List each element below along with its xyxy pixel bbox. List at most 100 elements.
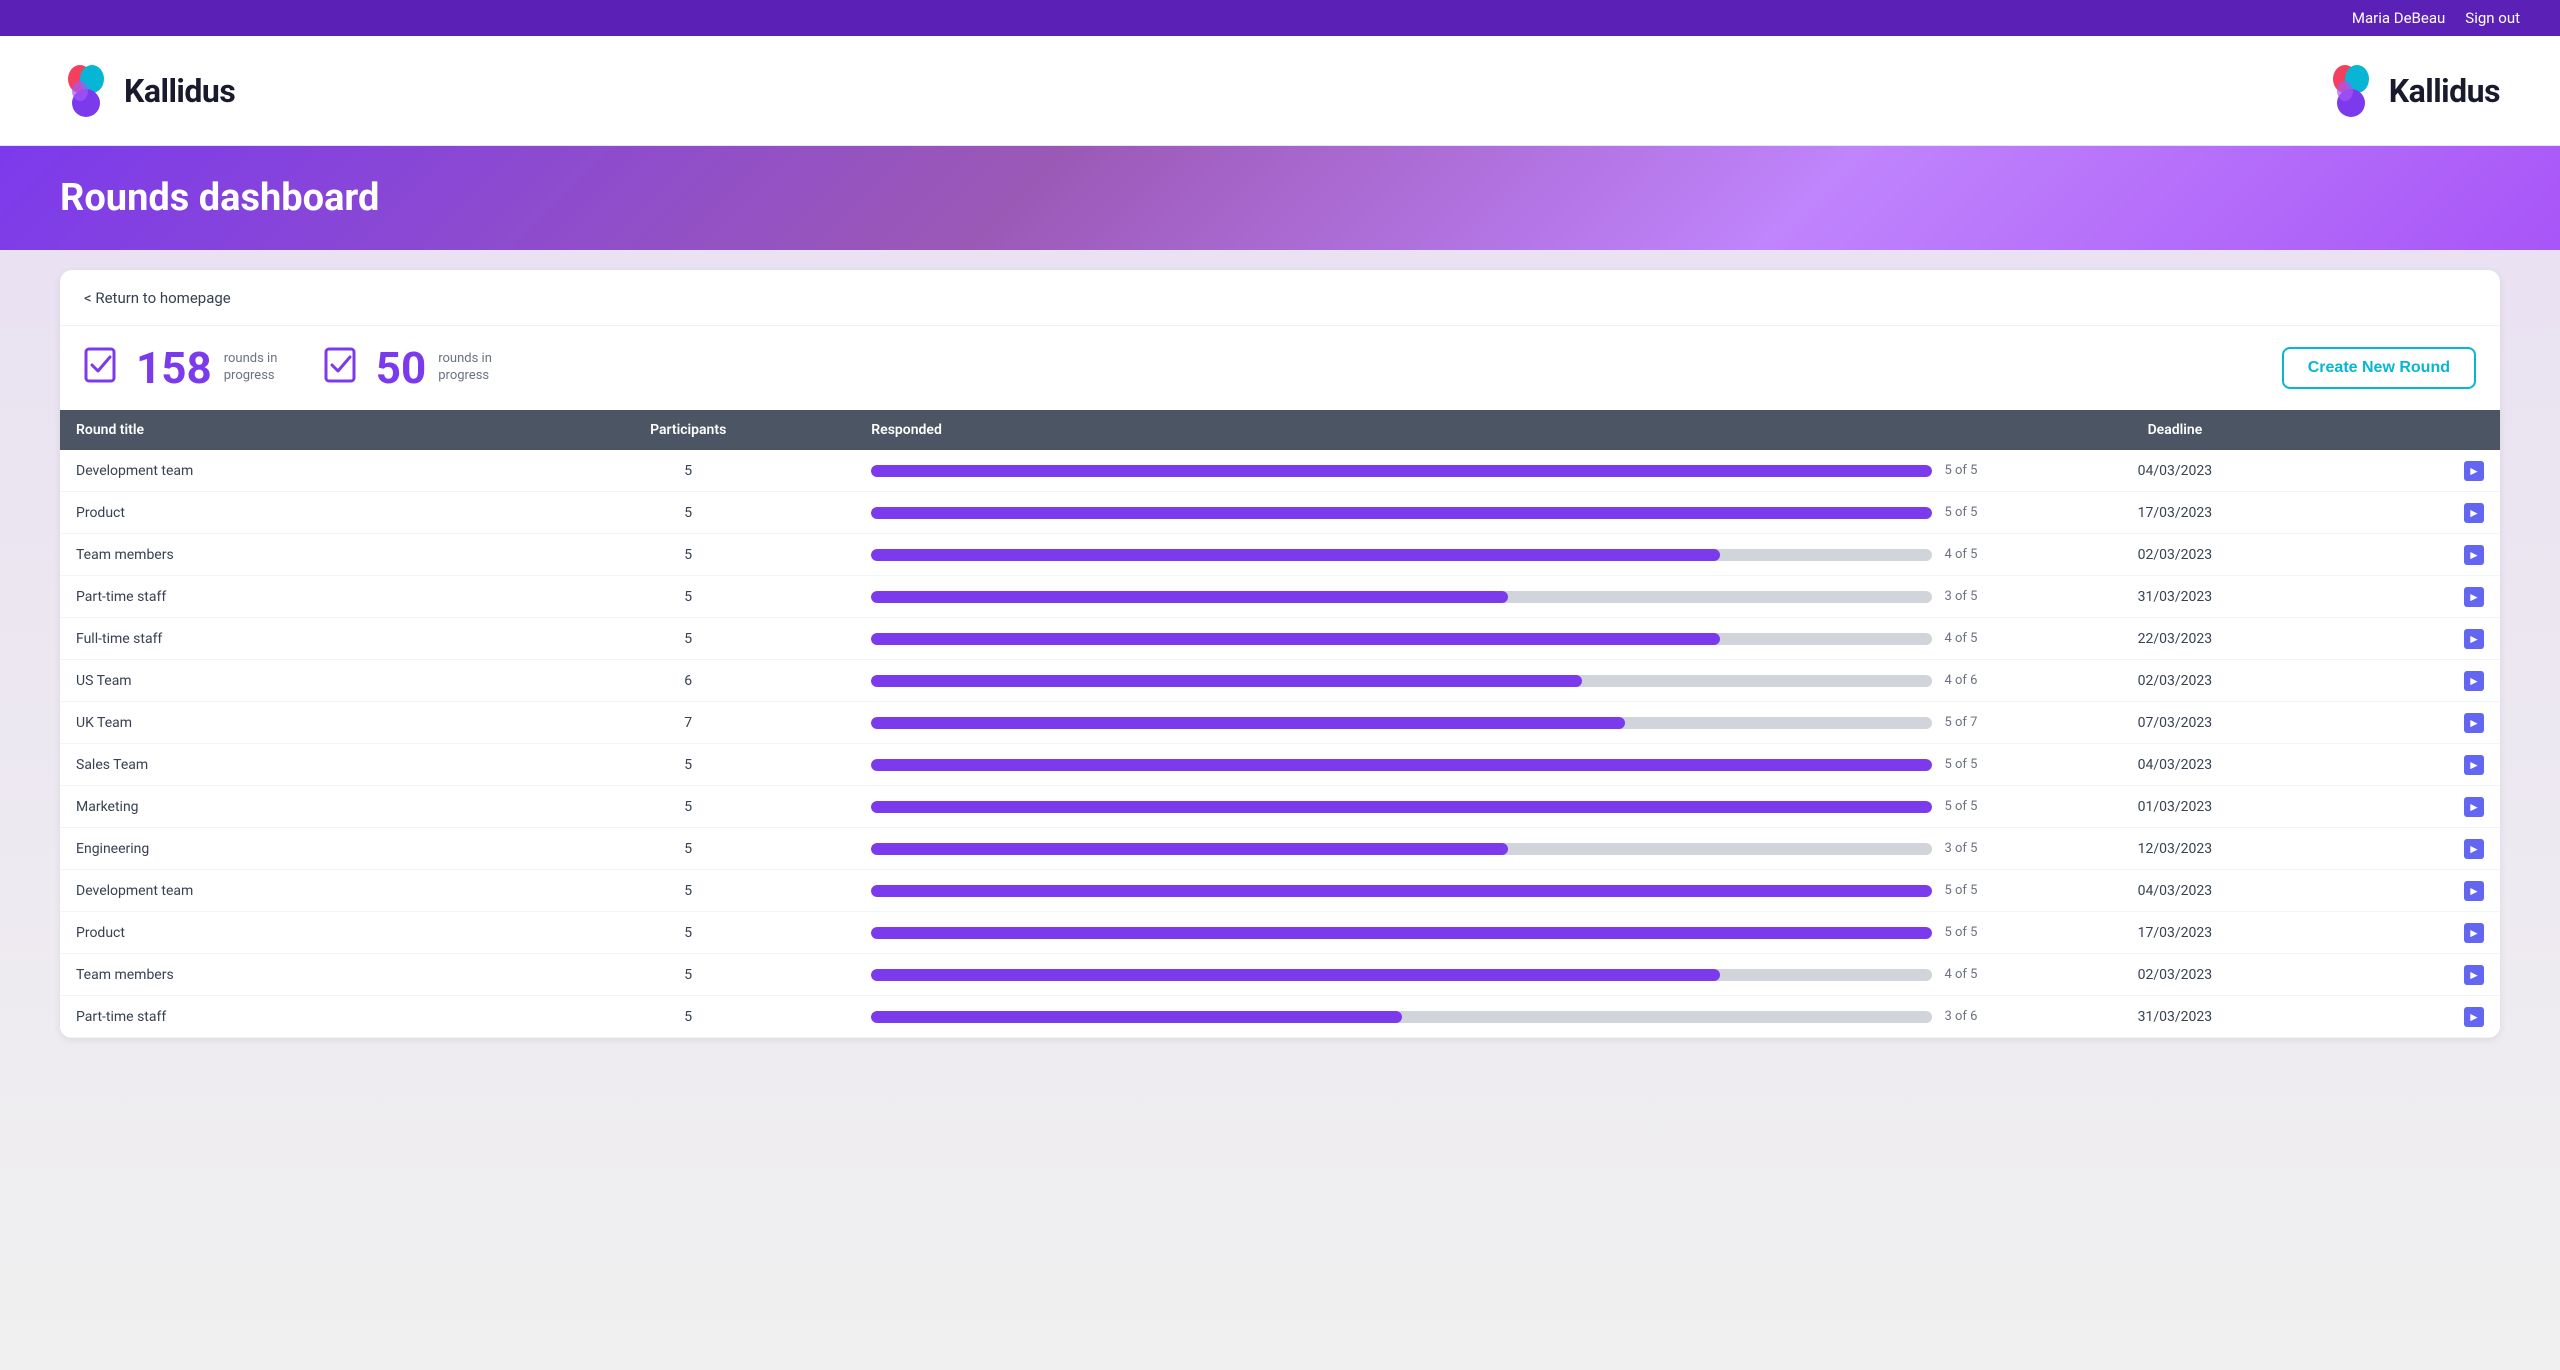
responded-cell: 3 of 5 bbox=[855, 576, 2010, 618]
progress-label: 5 of 5 bbox=[1944, 925, 1994, 940]
stat-item-2: 50 rounds in progress bbox=[324, 346, 499, 390]
round-title-cell: Full-time staff bbox=[60, 618, 521, 660]
row-chevron-icon[interactable]: ► bbox=[2464, 629, 2484, 649]
row-action-cell[interactable]: ► bbox=[2339, 618, 2500, 660]
progress-bar-fill bbox=[871, 633, 1720, 645]
row-action-cell[interactable]: ► bbox=[2339, 786, 2500, 828]
col-action bbox=[2339, 410, 2500, 450]
row-chevron-icon[interactable]: ► bbox=[2464, 545, 2484, 565]
row-chevron-icon[interactable]: ► bbox=[2464, 671, 2484, 691]
row-chevron-icon[interactable]: ► bbox=[2464, 965, 2484, 985]
participants-cell: 6 bbox=[521, 660, 855, 702]
progress-bar-fill bbox=[871, 843, 1508, 855]
participants-cell: 5 bbox=[521, 828, 855, 870]
progress-label: 3 of 5 bbox=[1944, 841, 1994, 856]
progress-bar-container bbox=[871, 927, 1932, 939]
table-row: UK Team 7 5 of 7 07/03/2023 ► bbox=[60, 702, 2500, 744]
row-action-cell[interactable]: ► bbox=[2339, 534, 2500, 576]
responded-cell: 3 of 6 bbox=[855, 996, 2010, 1038]
progress-label: 3 of 6 bbox=[1944, 1009, 1994, 1024]
kallidus-logo-right-icon bbox=[2325, 65, 2377, 117]
deadline-cell: 02/03/2023 bbox=[2010, 534, 2339, 576]
row-action-cell[interactable]: ► bbox=[2339, 912, 2500, 954]
progress-bar-fill bbox=[871, 507, 1932, 519]
stat-item-1: 158 rounds in progress bbox=[84, 346, 284, 390]
responded-cell: 5 of 5 bbox=[855, 912, 2010, 954]
row-action-cell[interactable]: ► bbox=[2339, 996, 2500, 1038]
round-title-cell: Team members bbox=[60, 534, 521, 576]
table-row: US Team 6 4 of 6 02/03/2023 ► bbox=[60, 660, 2500, 702]
participants-cell: 5 bbox=[521, 912, 855, 954]
row-chevron-icon[interactable]: ► bbox=[2464, 755, 2484, 775]
progress-bar-fill bbox=[871, 675, 1582, 687]
row-chevron-icon[interactable]: ► bbox=[2464, 923, 2484, 943]
row-action-cell[interactable]: ► bbox=[2339, 450, 2500, 492]
top-bar: Maria DeBeau Sign out bbox=[0, 0, 2560, 36]
logo-text-left: Kallidus bbox=[124, 72, 235, 110]
row-chevron-icon[interactable]: ► bbox=[2464, 839, 2484, 859]
progress-bar-container bbox=[871, 549, 1932, 561]
progress-bar-fill bbox=[871, 759, 1932, 771]
participants-cell: 5 bbox=[521, 492, 855, 534]
progress-bar-container bbox=[871, 759, 1932, 771]
table-row: Development team 5 5 of 5 04/03/2023 ► bbox=[60, 870, 2500, 912]
col-responded: Responded bbox=[855, 410, 2010, 450]
signout-link[interactable]: Sign out bbox=[2465, 9, 2520, 27]
round-title-cell: US Team bbox=[60, 660, 521, 702]
row-chevron-icon[interactable]: ► bbox=[2464, 797, 2484, 817]
responded-cell: 5 of 5 bbox=[855, 786, 2010, 828]
progress-label: 5 of 5 bbox=[1944, 799, 1994, 814]
participants-cell: 5 bbox=[521, 954, 855, 996]
table-row: Development team 5 5 of 5 04/03/2023 ► bbox=[60, 450, 2500, 492]
deadline-cell: 17/03/2023 bbox=[2010, 912, 2339, 954]
responded-cell: 4 of 5 bbox=[855, 618, 2010, 660]
logo-left: Kallidus bbox=[60, 65, 235, 117]
row-action-cell[interactable]: ► bbox=[2339, 576, 2500, 618]
progress-bar-container bbox=[871, 801, 1932, 813]
row-chevron-icon[interactable]: ► bbox=[2464, 503, 2484, 523]
row-action-cell[interactable]: ► bbox=[2339, 744, 2500, 786]
responded-cell: 3 of 5 bbox=[855, 828, 2010, 870]
rounds-in-progress-icon-2 bbox=[324, 347, 364, 389]
participants-cell: 5 bbox=[521, 870, 855, 912]
create-new-round-button[interactable]: Create New Round bbox=[2282, 347, 2476, 389]
progress-bar-fill bbox=[871, 1011, 1402, 1023]
progress-bar-fill bbox=[871, 969, 1720, 981]
table-row: Part-time staff 5 3 of 5 31/03/2023 ► bbox=[60, 576, 2500, 618]
progress-bar-fill bbox=[871, 465, 1932, 477]
row-chevron-icon[interactable]: ► bbox=[2464, 713, 2484, 733]
table-row: Product 5 5 of 5 17/03/2023 ► bbox=[60, 912, 2500, 954]
round-title-cell: Marketing bbox=[60, 786, 521, 828]
col-participants: Participants bbox=[521, 410, 855, 450]
row-chevron-icon[interactable]: ► bbox=[2464, 881, 2484, 901]
row-action-cell[interactable]: ► bbox=[2339, 660, 2500, 702]
deadline-cell: 17/03/2023 bbox=[2010, 492, 2339, 534]
row-action-cell[interactable]: ► bbox=[2339, 828, 2500, 870]
row-action-cell[interactable]: ► bbox=[2339, 870, 2500, 912]
kallidus-logo-left-icon bbox=[60, 65, 112, 117]
row-action-cell[interactable]: ► bbox=[2339, 492, 2500, 534]
progress-bar-container bbox=[871, 843, 1932, 855]
stats-group: 158 rounds in progress 50 rounds in prog… bbox=[84, 346, 498, 390]
row-action-cell[interactable]: ► bbox=[2339, 954, 2500, 996]
round-title-cell: Part-time staff bbox=[60, 996, 521, 1038]
return-homepage-link[interactable]: < Return to homepage bbox=[84, 289, 231, 307]
row-chevron-icon[interactable]: ► bbox=[2464, 461, 2484, 481]
progress-label: 4 of 5 bbox=[1944, 547, 1994, 562]
main-content: < Return to homepage 158 rounds in progr… bbox=[0, 250, 2560, 1370]
responded-cell: 4 of 5 bbox=[855, 534, 2010, 576]
responded-cell: 5 of 5 bbox=[855, 744, 2010, 786]
progress-bar-fill bbox=[871, 591, 1508, 603]
table-row: Product 5 5 of 5 17/03/2023 ► bbox=[60, 492, 2500, 534]
participants-cell: 5 bbox=[521, 618, 855, 660]
progress-bar-fill bbox=[871, 717, 1624, 729]
row-action-cell[interactable]: ► bbox=[2339, 702, 2500, 744]
round-title-cell: UK Team bbox=[60, 702, 521, 744]
table-row: Part-time staff 5 3 of 6 31/03/2023 ► bbox=[60, 996, 2500, 1038]
deadline-cell: 04/03/2023 bbox=[2010, 450, 2339, 492]
progress-label: 5 of 7 bbox=[1944, 715, 1994, 730]
row-chevron-icon[interactable]: ► bbox=[2464, 587, 2484, 607]
progress-bar-container bbox=[871, 1011, 1932, 1023]
progress-bar-container bbox=[871, 969, 1932, 981]
row-chevron-icon[interactable]: ► bbox=[2464, 1007, 2484, 1027]
